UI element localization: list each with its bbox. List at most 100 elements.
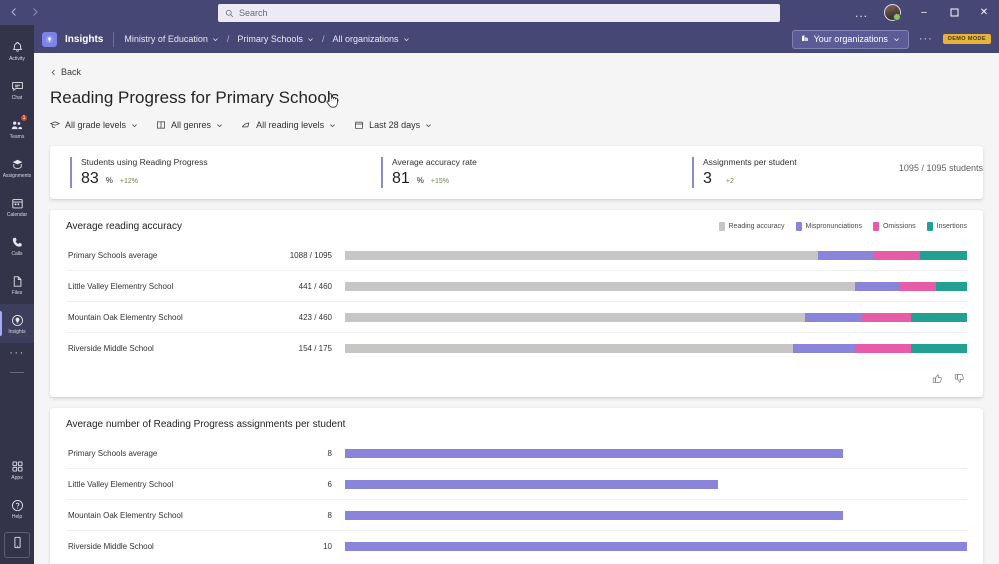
bar-segment[interactable]: [910, 312, 967, 322]
row-label: Riverside Middle School: [68, 542, 154, 551]
graduation-cap-icon: [50, 121, 60, 128]
breadcrumb-primary-schools[interactable]: Primary Schools: [237, 34, 314, 44]
reading-level-icon: [241, 122, 250, 128]
sidebar-item-help[interactable]: Help: [0, 489, 34, 528]
organization-icon: [801, 34, 809, 44]
legend-item-reading-accuracy[interactable]: Reading accuracy: [718, 222, 785, 231]
sidebar-item-calendar[interactable]: Calendar: [0, 187, 34, 226]
sidebar-item-calls[interactable]: Calls: [0, 226, 34, 265]
sidebar-item-files[interactable]: Files: [0, 265, 34, 304]
kpi-unit: %: [105, 176, 113, 185]
calendar-icon: [11, 196, 24, 211]
kpi-delta: +15%: [430, 178, 450, 185]
maximize-button[interactable]: [939, 0, 969, 25]
filter-grade-levels[interactable]: All grade levels: [50, 120, 138, 130]
legend-swatch: [926, 222, 933, 231]
kpi-delta: +2: [725, 178, 734, 185]
filter-bar: All grade levels All genres All reading …: [50, 120, 999, 130]
bar-segment[interactable]: [855, 344, 911, 353]
sidebar-item-teams[interactable]: 1 Teams: [0, 109, 34, 148]
kpi-label: Students using Reading Progress: [81, 157, 208, 167]
row-label: Mountain Oak Elementry School: [68, 510, 183, 520]
sidebar-item-chat[interactable]: Chat: [0, 70, 34, 109]
row-label: Mountain Oak Elementry School: [68, 312, 183, 322]
back-nav-icon[interactable]: [9, 7, 19, 19]
bar-segment[interactable]: [920, 250, 967, 260]
file-icon: [11, 274, 24, 289]
bar-segment[interactable]: [805, 312, 862, 322]
left-app-rail: Activity Chat 1 Teams Assignments Calend…: [0, 25, 34, 564]
filter-reading-levels[interactable]: All reading levels: [241, 120, 336, 130]
sidebar-item-apps[interactable]: Apps: [0, 450, 34, 489]
sidebar-item-insights[interactable]: Insights: [0, 304, 34, 343]
legend-label: Insertions: [936, 223, 967, 230]
apps-icon: [11, 459, 24, 474]
app-header-overflow-button[interactable]: ···: [919, 33, 933, 45]
row-value: 8: [327, 448, 332, 458]
chart-average-reading-accuracy: Average reading accuracy Reading accurac…: [50, 210, 983, 397]
minimize-button[interactable]: –: [909, 0, 939, 25]
forward-nav-icon[interactable]: [30, 7, 40, 19]
bar-track: [345, 542, 967, 551]
bar-segment[interactable]: [873, 250, 921, 260]
sidebar-item-activity[interactable]: Activity: [0, 31, 34, 70]
legend-item-mispronunciations[interactable]: Mispronunciations: [795, 222, 862, 231]
bar-segment[interactable]: [935, 281, 967, 291]
bar-fill[interactable]: [345, 448, 843, 458]
titlebar-overflow-button[interactable]: ...: [847, 6, 876, 20]
sidebar-item-assignments[interactable]: Assignments: [0, 148, 34, 187]
bar-segment[interactable]: [345, 250, 818, 260]
bar-fill[interactable]: [345, 510, 843, 520]
bar-segment[interactable]: [345, 312, 806, 322]
filter-genres[interactable]: All genres: [156, 120, 223, 130]
bar-segment[interactable]: [345, 344, 793, 353]
bar-segment[interactable]: [817, 250, 874, 260]
chart-title: Average number of Reading Progress assig…: [66, 419, 346, 430]
close-button[interactable]: ✕: [969, 0, 999, 25]
breadcrumb-all-organizations[interactable]: All organizations: [332, 34, 409, 44]
bar-segment[interactable]: [898, 281, 936, 291]
row-label: Primary Schools average: [68, 448, 158, 458]
breadcrumb-separator: /: [321, 34, 325, 44]
stacked-bar: [345, 281, 967, 291]
app-name: Insights: [65, 33, 104, 45]
sidebar-item-label: Calendar: [6, 211, 28, 218]
chevron-down-icon: [426, 123, 432, 127]
sidebar-more-button[interactable]: ···: [9, 347, 25, 359]
breadcrumb-ministry-of-education[interactable]: Ministry of Education: [124, 34, 219, 44]
bar-segment[interactable]: [345, 281, 856, 291]
lightbulb-icon: [11, 313, 24, 328]
row-value: 1088 / 1095: [289, 250, 332, 260]
thumbs-up-icon[interactable]: [932, 371, 943, 389]
avatar[interactable]: [884, 4, 901, 21]
phone-icon: [11, 235, 24, 250]
help-icon: [11, 498, 24, 513]
legend-swatch: [872, 222, 879, 231]
bar-fill[interactable]: [345, 542, 967, 551]
filter-label: All reading levels: [256, 120, 325, 130]
chevron-down-icon: [308, 37, 313, 41]
thumbs-down-icon[interactable]: [954, 371, 965, 389]
table-row: Riverside Middle School 154 / 175: [66, 333, 967, 364]
legend-item-insertions[interactable]: Insertions: [926, 222, 967, 231]
table-row: Little Valley Elementry School 441 / 460: [66, 271, 967, 302]
bar-fill[interactable]: [345, 479, 719, 489]
chart-legend: Reading accuracy Mispronunciations Omiss…: [718, 222, 967, 231]
mouse-cursor: [324, 91, 340, 115]
search-input[interactable]: Search: [218, 4, 780, 22]
sidebar-item-label: Insights: [8, 328, 26, 335]
bar-segment[interactable]: [855, 281, 899, 291]
legend-item-omissions[interactable]: Omissions: [872, 222, 916, 231]
your-organizations-button[interactable]: Your organizations: [791, 29, 909, 49]
mobile-app-button[interactable]: [4, 532, 30, 558]
back-link[interactable]: Back: [50, 67, 999, 77]
bar-segment[interactable]: [910, 344, 967, 353]
table-row: Primary Schools average 8: [66, 438, 967, 469]
chevron-left-icon: [51, 69, 55, 75]
window-title-bar: Search ... – ✕: [0, 0, 999, 25]
bar-track: [345, 448, 967, 458]
filter-date-range[interactable]: Last 28 days: [354, 120, 432, 130]
bar-segment[interactable]: [861, 312, 911, 322]
bar-segment[interactable]: [792, 344, 856, 353]
breadcrumb-label: Ministry of Education: [124, 34, 208, 44]
